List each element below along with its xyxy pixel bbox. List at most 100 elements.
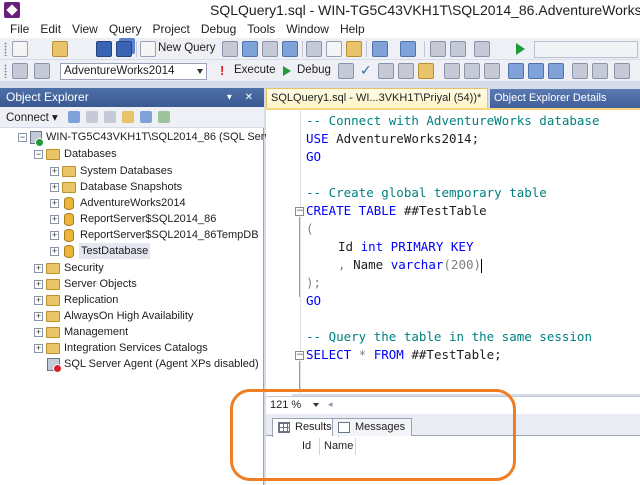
expand-icon[interactable]: + [50, 215, 59, 224]
save-icon[interactable] [96, 41, 112, 57]
database-engine-query-icon[interactable] [222, 41, 238, 57]
tree-database-snapshots-node[interactable]: + Database Snapshots [0, 179, 264, 195]
expand-icon[interactable]: + [50, 199, 59, 208]
execute-icon[interactable]: ! [220, 64, 224, 77]
menu-help[interactable]: Help [336, 20, 372, 38]
menu-view[interactable]: View [68, 20, 105, 38]
toolbar-grip-icon[interactable] [4, 64, 7, 78]
collapse-region-icon[interactable]: − [295, 351, 304, 360]
open-file-icon[interactable] [52, 41, 68, 57]
parse-icon[interactable] [358, 62, 374, 79]
expand-icon[interactable]: + [34, 312, 43, 321]
redo-icon[interactable] [400, 41, 416, 57]
comment-out-icon[interactable] [572, 63, 588, 79]
collapse-region-icon[interactable]: − [295, 207, 304, 216]
panel-pin-close-icon[interactable]: ▾ ✕ [227, 88, 258, 107]
mdx-query-icon[interactable] [262, 41, 278, 57]
tree-integration-services-node[interactable]: + Integration Services Catalogs [0, 340, 264, 356]
tree-reportserver-node[interactable]: + ReportServer$SQL2014_86 [0, 211, 264, 227]
results-to-grid-icon[interactable] [528, 63, 544, 79]
menu-project[interactable]: Project [149, 20, 197, 38]
menu-debug[interactable]: Debug [197, 20, 243, 38]
tree-reportserver-tempdb-node[interactable]: + ReportServer$SQL2014_86TempDB [0, 227, 264, 243]
tree-adventureworks-node[interactable]: + AdventureWorks2014 [0, 195, 264, 211]
solution-configurations-select[interactable] [534, 41, 638, 58]
menu-query[interactable]: Query [105, 20, 149, 38]
start-debugging-icon[interactable] [512, 41, 528, 57]
expand-icon[interactable]: + [50, 247, 59, 256]
xmla-query-icon[interactable] [282, 41, 298, 57]
connect-icon[interactable] [12, 63, 28, 79]
tree-databases-node[interactable]: − Databases [0, 146, 264, 162]
tree-testdatabase-node[interactable]: + TestDatabase [0, 243, 264, 259]
expand-icon[interactable]: + [34, 328, 43, 337]
paste-icon[interactable] [346, 41, 362, 57]
uncomment-icon[interactable] [592, 63, 608, 79]
tree-server-node[interactable]: − WIN-TG5C43VKH1T\SQL2014_86 (SQL Server [0, 129, 280, 147]
display-estimated-plan-icon[interactable] [378, 63, 394, 79]
copy-icon[interactable] [326, 41, 342, 57]
decrease-indent-icon[interactable] [614, 63, 630, 79]
execute-button[interactable]: Execute [234, 64, 276, 76]
tab-object-explorer-details[interactable]: Object Explorer Details [490, 89, 640, 108]
query-editor[interactable]: -- Connect with AdventureWorks database … [266, 108, 640, 396]
expand-icon[interactable]: + [34, 296, 43, 305]
stop-icon[interactable] [104, 111, 116, 123]
tree-server-objects-node[interactable]: + Server Objects [0, 276, 264, 292]
debug-button[interactable]: Debug [297, 64, 331, 76]
tree-alwayson-node[interactable]: + AlwaysOn High Availability [0, 308, 264, 324]
new-query-icon[interactable] [140, 41, 156, 57]
expand-icon[interactable]: + [50, 167, 59, 176]
intellisense-icon[interactable] [418, 63, 434, 79]
column-header-id[interactable]: Id [298, 438, 320, 455]
analysis-query-icon[interactable] [242, 41, 258, 57]
expand-icon[interactable]: + [34, 264, 43, 273]
connect-dropdown[interactable]: Connect ▾ [6, 110, 58, 124]
refresh-icon[interactable] [140, 111, 152, 123]
query-options-icon[interactable] [398, 63, 414, 79]
tab-results[interactable]: Results [272, 418, 339, 437]
tree-management-node[interactable]: + Management [0, 324, 264, 340]
tab-messages[interactable]: Messages [332, 418, 413, 436]
disconnect-icon[interactable] [86, 111, 98, 123]
results-to-file-icon[interactable] [548, 63, 564, 79]
scroll-left-icon[interactable]: ◂ [328, 399, 333, 410]
grid-corner[interactable] [268, 438, 290, 455]
activity-monitor-icon[interactable] [158, 111, 170, 123]
menu-edit[interactable]: Edit [36, 20, 68, 38]
collapse-icon[interactable]: − [34, 150, 43, 159]
cut-icon[interactable] [306, 41, 322, 57]
save-all-icon[interactable] [116, 41, 132, 57]
expand-icon[interactable]: + [34, 344, 43, 353]
toolbar-grip-icon[interactable] [4, 42, 7, 56]
new-project-icon[interactable] [12, 41, 28, 57]
undo-icon[interactable] [372, 41, 388, 57]
include-actual-plan-icon[interactable] [444, 63, 460, 79]
expand-icon[interactable]: + [34, 280, 43, 289]
tree-system-databases-node[interactable]: + System Databases [0, 163, 264, 179]
navigate-back-icon[interactable] [430, 41, 446, 57]
results-to-text-icon[interactable] [508, 63, 524, 79]
collapse-icon[interactable]: − [18, 133, 27, 142]
navigate-forward-icon[interactable] [450, 41, 466, 57]
tree-sql-agent-node[interactable]: SQL Server Agent (Agent XPs disabled) [0, 356, 264, 373]
debug-icon[interactable] [283, 66, 291, 76]
tab-sqlquery1[interactable]: SQLQuery1.sql - WI...3VKH1T\Priyal (54))… [266, 88, 488, 108]
filter-icon[interactable] [122, 111, 134, 123]
new-query-button[interactable]: New Query [158, 42, 216, 54]
live-query-statistics-icon[interactable] [464, 63, 480, 79]
client-statistics-icon[interactable] [484, 63, 500, 79]
expand-icon[interactable]: + [50, 183, 59, 192]
tree-security-node[interactable]: + Security [0, 260, 264, 276]
menu-tools[interactable]: Tools [243, 20, 282, 38]
available-databases-select[interactable]: AdventureWorks2014 [60, 63, 207, 80]
connect-object-explorer-icon[interactable] [68, 111, 80, 123]
change-connection-icon[interactable] [34, 63, 50, 79]
zoom-select[interactable]: 121 % [268, 398, 322, 413]
find-icon[interactable] [474, 41, 490, 57]
cancel-query-icon[interactable] [338, 63, 354, 79]
tree-replication-node[interactable]: + Replication [0, 292, 264, 308]
column-header-name[interactable]: Name [320, 438, 356, 455]
menu-file[interactable]: File [6, 20, 36, 38]
menu-window[interactable]: Window [282, 20, 336, 38]
